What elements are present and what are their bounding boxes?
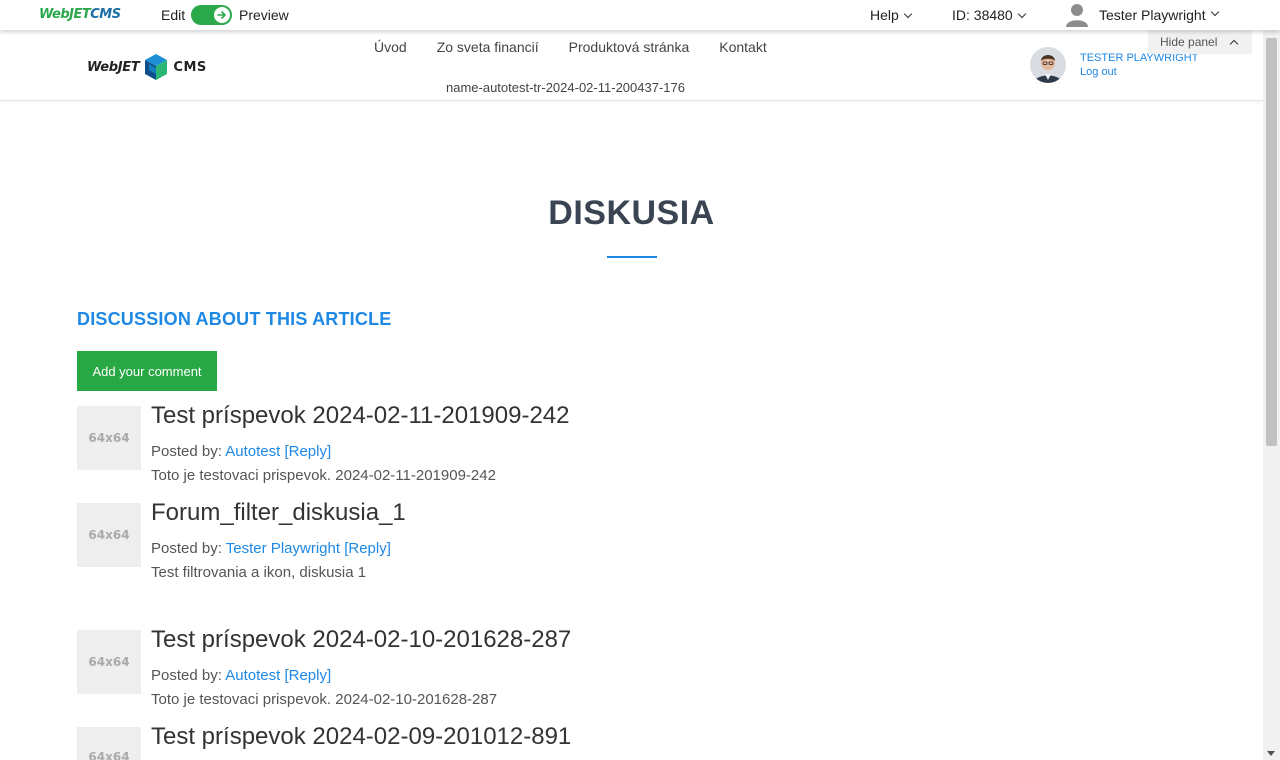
nav-item-uvod[interactable]: Úvod: [374, 39, 407, 55]
chevron-down-icon: [903, 9, 913, 19]
user-avatar-icon: [1030, 47, 1066, 83]
post-title: Test príspevok 2024-02-11-201909-242: [151, 402, 570, 429]
posted-by-label: Posted by:: [151, 443, 222, 460]
post-title: Test príspevok 2024-02-09-201012-891: [151, 727, 572, 750]
forum-post: 64x64 Test príspevok 2024-02-09-201012-8…: [77, 727, 1177, 760]
site-header: WebJET CMS Úvod Zo sveta financií Produk…: [0, 30, 1263, 101]
post-author-link[interactable]: Autotest: [225, 667, 280, 684]
post-author-link[interactable]: Tester Playwright: [226, 540, 340, 557]
edit-preview-toggle[interactable]: [191, 5, 232, 25]
post-body: Test filtrovania a ikon, diskusia 1: [151, 564, 367, 581]
post-thumbnail: 64x64: [77, 503, 141, 567]
logo-cms-text: CMS: [90, 7, 121, 22]
post-thumbnail: 64x64: [77, 406, 141, 470]
avatar: [1030, 47, 1066, 83]
user-info: TESTER PLAYWRIGHT Log out: [1080, 51, 1198, 79]
hide-panel-label: Hide panel: [1160, 35, 1218, 49]
post-body: Toto je testovaci prispevok. 2024-02-11-…: [151, 467, 496, 484]
cube-logo-icon: [145, 54, 168, 80]
post-title: Test príspevok 2024-02-10-201628-287: [151, 626, 572, 653]
chevron-down-icon: [1017, 9, 1026, 19]
logo-jet-text: JET: [69, 7, 91, 22]
reply-link[interactable]: [Reply]: [284, 443, 331, 460]
logo-web-text: Web: [39, 7, 70, 22]
arrow-right-icon: [217, 11, 226, 19]
add-comment-button[interactable]: Add your comment: [77, 351, 217, 391]
hide-panel-button[interactable]: Hide panel: [1148, 30, 1252, 54]
posted-by-label: Posted by:: [151, 540, 222, 557]
user-icon: [1066, 4, 1088, 27]
subnav-item[interactable]: name-autotest-tr-2024-02-11-200437-176: [446, 80, 685, 95]
chevron-down-icon: [1210, 7, 1219, 17]
nav-item-zo-sveta-financii[interactable]: Zo sveta financií: [437, 39, 539, 55]
user-menu-name: Tester Playwright: [1099, 7, 1206, 23]
toggle-knob: [214, 7, 230, 23]
reply-link[interactable]: [Reply]: [284, 667, 331, 684]
post-title: Forum_filter_diskusia_1: [151, 499, 406, 526]
preview-label: Preview: [239, 7, 289, 23]
reply-link[interactable]: [Reply]: [344, 540, 391, 557]
main-navigation: Úvod Zo sveta financií Produktová stránk…: [374, 39, 797, 55]
site-logo-left: WebJET: [87, 59, 140, 75]
help-menu[interactable]: Help: [870, 7, 913, 23]
posted-by-label: Posted by:: [151, 667, 222, 684]
site-logo-right: CMS: [173, 59, 207, 75]
webjet-cms-logo[interactable]: WebJETCMS: [39, 7, 121, 22]
vertical-scrollbar[interactable]: [1263, 30, 1280, 760]
document-id-menu[interactable]: ID: 38480: [952, 7, 1026, 23]
post-meta: Posted by: Autotest [Reply]: [151, 443, 331, 460]
help-label: Help: [870, 7, 899, 23]
edit-label: Edit: [161, 7, 186, 23]
post-meta: Posted by: Autotest [Reply]: [151, 667, 331, 684]
post-thumbnail: 64x64: [77, 727, 141, 760]
logout-link[interactable]: Log out: [1080, 65, 1198, 79]
post-body: Toto je testovaci prispevok. 2024-02-10-…: [151, 691, 498, 708]
doc-id-label: ID: 38480: [952, 7, 1013, 23]
post-author-link[interactable]: Autotest: [225, 443, 280, 460]
post-meta: Posted by: Tester Playwright [Reply]: [151, 540, 391, 557]
scroll-down-arrow-icon[interactable]: [1267, 751, 1275, 756]
admin-toolbar: WebJETCMS Edit Preview Help ID: 38480 Te…: [0, 0, 1280, 30]
chevron-up-icon: [1230, 39, 1239, 49]
site-logo[interactable]: WebJET CMS: [87, 54, 207, 80]
nav-item-produktova-stranka[interactable]: Produktová stránka: [569, 39, 690, 55]
post-thumbnail: 64x64: [77, 630, 141, 694]
page-title: DISKUSIA: [548, 194, 715, 232]
nav-item-kontakt[interactable]: Kontakt: [719, 39, 766, 55]
section-title: DISCUSSION ABOUT THIS ARTICLE: [77, 309, 392, 329]
user-menu[interactable]: Tester Playwright: [1066, 3, 1219, 27]
scrollbar-thumb[interactable]: [1266, 38, 1277, 446]
title-divider: [607, 256, 657, 258]
